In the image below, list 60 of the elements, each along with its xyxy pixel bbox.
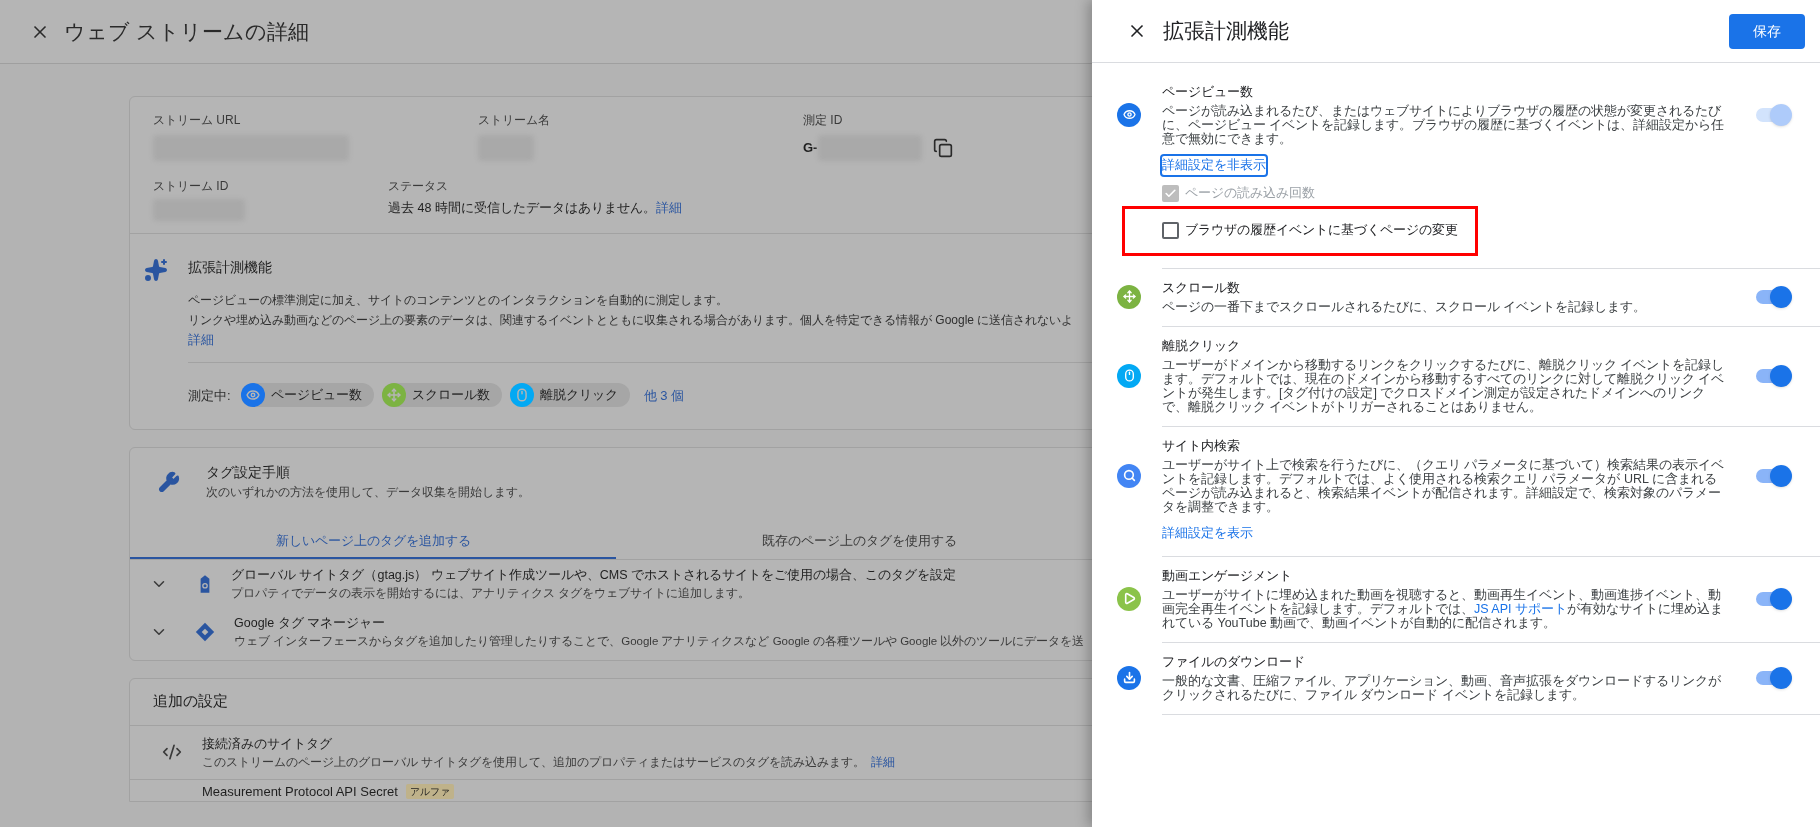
measurement-chip: 離脱クリック: [509, 383, 630, 408]
toggle-switch[interactable]: [1754, 587, 1792, 610]
page-title: ウェブ ストリームの詳細: [64, 18, 309, 45]
checkbox-label: ブラウザの履歴イベントに基づくページの変更: [1185, 221, 1458, 239]
item-description: ページの一番下までスクロールされるたびに、スクロール イベントを記録します。: [1162, 300, 1648, 314]
tab[interactable]: 既存のページ上のタグを使用する: [616, 523, 1092, 560]
field-label: 測定 ID: [803, 112, 844, 129]
status-text: 過去 48 時間に受信したデータはありません。詳細: [388, 200, 682, 217]
field-label: ステータス: [388, 178, 449, 195]
save-button[interactable]: 保存: [1729, 13, 1805, 49]
item-title: サイト内検索: [1162, 437, 1241, 455]
item-title: 動画エンゲージメント: [1162, 567, 1293, 585]
field-label: ストリーム URL: [153, 112, 242, 129]
status-badge: アルファ: [405, 784, 454, 799]
more-link[interactable]: 他 3 個: [643, 385, 685, 405]
diamond-icon: [195, 622, 215, 643]
item-description: 一般的な文書、圧縮ファイル、アプリケーション、動画、音声拡張をダウンロードするリンクがクリックされるたびに、ファイル ダウンロード イベントを記録します。: [1162, 674, 1722, 702]
tab[interactable]: 新しいページ上のタグを追加する: [130, 523, 616, 560]
item-title: 離脱クリック: [1162, 337, 1241, 355]
setting-title: Measurement Protocol API Secret: [202, 782, 398, 801]
item-description: ユーザーがドメインから移動するリンクをクリックするたびに、離脱クリック イベントを記録します。デフォルトでは、現在のドメインから移動するすべてのリンクに対して離脱クリック イベントが発生します。[タグ付けの設定] でクロスドメイン測定が設定されたドメインへのリンクで、離脱クリック イベントがトリガーされることはありません。: [1162, 358, 1726, 414]
item-title: ファイルのダウンロード: [1162, 653, 1306, 671]
check-icon: [1164, 186, 1177, 200]
measurement-chip: スクロール数: [381, 383, 502, 408]
advanced-settings-link[interactable]: 詳細設定を表示: [1162, 524, 1253, 543]
tag-icon: [198, 574, 212, 595]
section-description: ページビューの標準測定に加え、サイトのコンテンツとのインタラクションを自動的に測定します。: [188, 292, 728, 310]
item-title: ページビュー数: [1162, 83, 1254, 101]
toggle-switch[interactable]: [1754, 285, 1792, 308]
toggle-switch[interactable]: [1754, 666, 1792, 689]
section-title: タグ設定手順: [206, 463, 291, 483]
toggle-switch[interactable]: [1754, 464, 1792, 487]
section-subtitle: 次のいずれかの方法を使用して、データ収集を開始します。: [206, 484, 530, 502]
js-api-link[interactable]: JS API サポート: [1474, 602, 1567, 616]
measuring-label: 測定中:: [188, 386, 231, 405]
checkbox-label: ページの読み込み回数: [1185, 184, 1315, 202]
field-label: ストリーム ID: [153, 178, 230, 195]
item-description: ユーザーがサイト上で検索を行うたびに、（クエリ パラメータに基づいて）検索結果の表示イベントを記録します。デフォルトでは、よく使用される検索クエリ パラメータが URL に含まれるページが読み込まれると、検索結果イベントが配信されます。詳細設定で、検索対象のパラメータを調整できます。: [1162, 458, 1726, 514]
item-description: ユーザーがサイトに埋め込まれた動画を視聴すると、動画再生イベント、動画進捗イベント、動画完全再生イベントを記録します。デフォルトでは、JS API サポート が有効なサイトに埋め込まれている YouTube 動画で、動画イベントが自動的に配信されます。: [1162, 588, 1724, 630]
item-title: スクロール数: [1162, 279, 1241, 297]
setting-title: 接続済みのサイトタグ: [202, 735, 332, 753]
option-title: グローバル サイトタグ（gtag.js） ウェブサイト作成ツールや、CMS でホストされるサイトをご使用の場合、このタグを設定: [231, 567, 957, 585]
details-link[interactable]: 詳細: [871, 755, 896, 768]
section-title: 拡張計測機能: [188, 259, 273, 277]
wrench-icon: [158, 470, 180, 493]
details-link[interactable]: 詳細: [655, 201, 682, 215]
option-title: Google タグ マネージャー: [234, 615, 387, 633]
details-link[interactable]: 詳細: [188, 332, 214, 348]
toggle-switch[interactable]: [1754, 364, 1792, 387]
field-label: ストリーム名: [478, 112, 551, 129]
field-value: G-: [803, 139, 818, 158]
option-subtitle: ウェブ インターフェースからタグを追加したり管理したりすることで、Google アナリティクスなど Google の各種ツールや Google 以外のツールにデータを送: [234, 634, 1085, 650]
section-description: リンクや埋め込み動画などのページ上の要素のデータは、関連するイベントとともに収集される場合があります。個人を特定できる情報が Google に送信されないよ: [188, 312, 1074, 330]
panel-title: 拡張計測機能: [1163, 18, 1289, 45]
setting-description: このストリームのページ上のグローバル サイトタグを使用して、追加のプロパティまたはサービスのタグを読み込みます。 詳細: [202, 754, 896, 770]
copy-icon[interactable]: [933, 138, 954, 158]
option-subtitle: プロパティでデータの表示を開始するには、アナリティクス タグをウェブサイトに追加します。: [231, 586, 752, 601]
measurement-chip: ページビュー数: [240, 383, 374, 408]
sparkle-icon: [144, 258, 168, 282]
item-description: ページが読み込まれるたび、またはウェブサイトによりブラウザの履歴の状態が変更されるたびに、ページビュー イベントを記録します。ブラウザの履歴に基づくイベントは、詳細設定から任意で無効にできます。: [1162, 104, 1726, 146]
